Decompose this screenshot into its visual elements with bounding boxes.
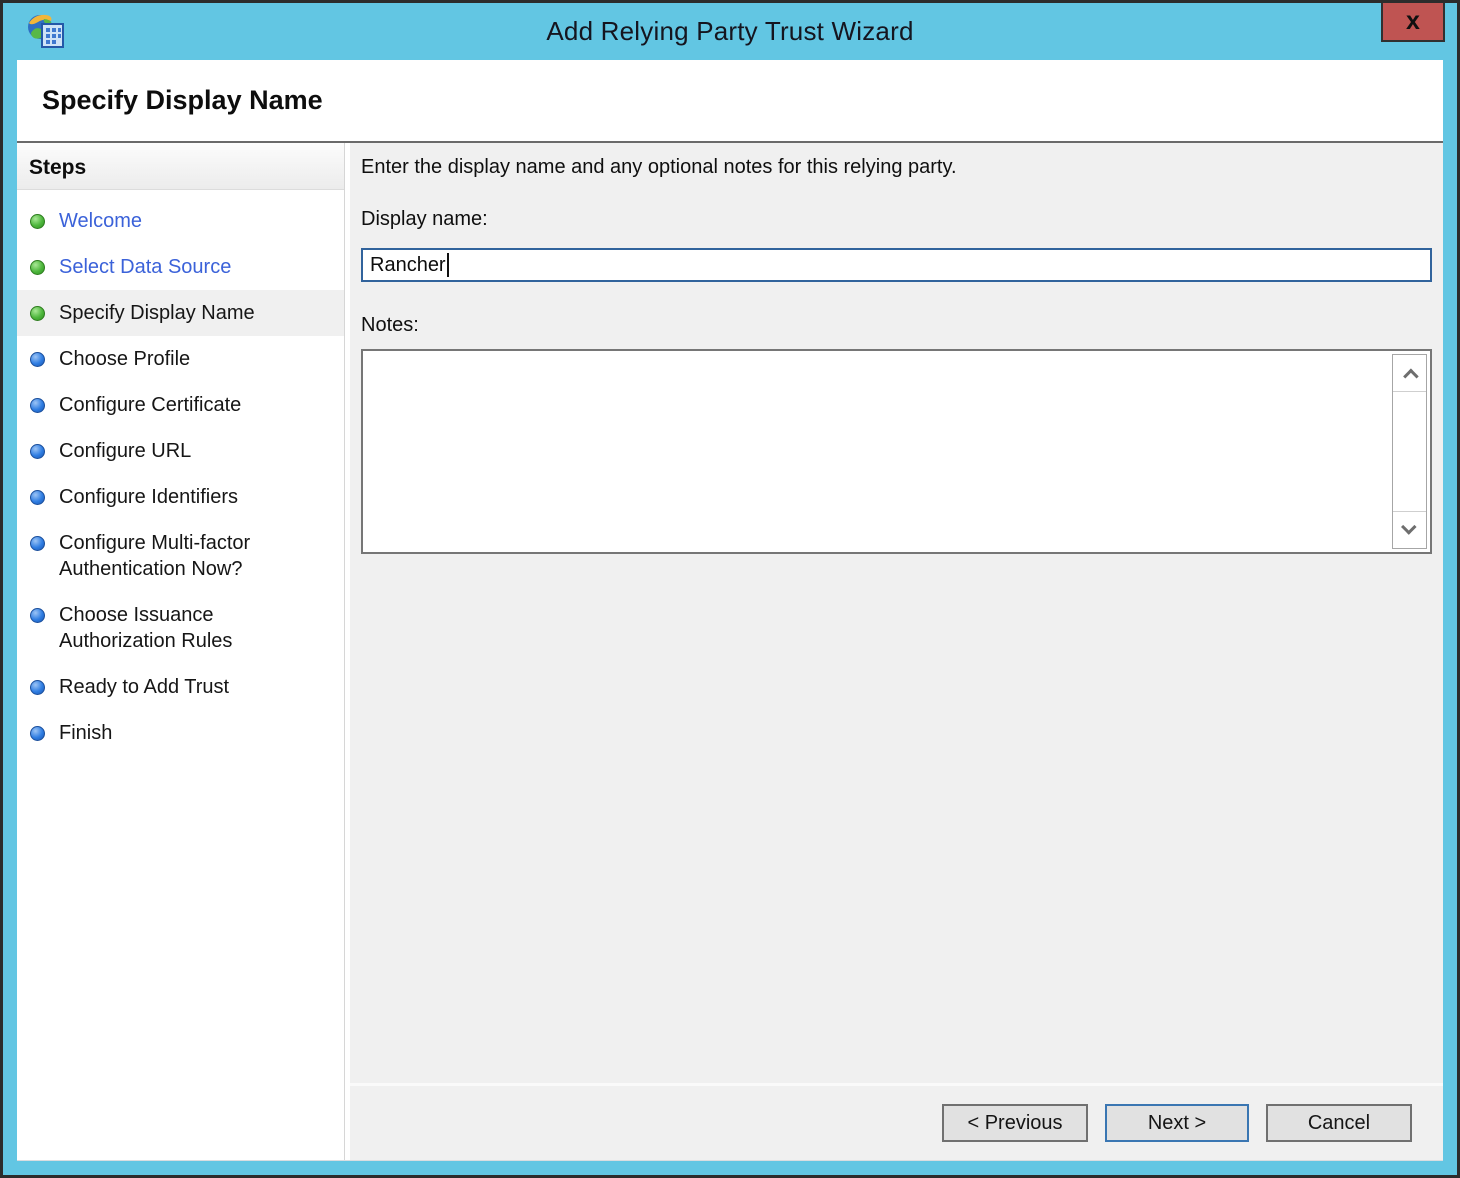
step-item-configure-multi-factor-authentication-now: Configure Multi-factor Authentication No… — [17, 520, 344, 592]
step-done-bullet-icon — [30, 260, 45, 275]
step-label: Configure URL — [59, 438, 191, 464]
scroll-up-button[interactable] — [1393, 355, 1426, 392]
step-item-configure-identifiers: Configure Identifiers — [17, 474, 344, 520]
step-label: Specify Display Name — [59, 300, 255, 326]
notes-scrollbar[interactable] — [1392, 354, 1427, 549]
step-pending-bullet-icon — [30, 608, 45, 623]
step-item-choose-issuance-authorization-rules: Choose Issuance Authorization Rules — [17, 592, 344, 664]
step-pending-bullet-icon — [30, 680, 45, 695]
page-title: Specify Display Name — [42, 85, 323, 116]
step-pending-bullet-icon — [30, 352, 45, 367]
adfs-app-icon — [27, 12, 65, 50]
wizard-window: Add Relying Party Trust Wizard x Specify… — [0, 0, 1460, 1178]
scrollbar-track[interactable] — [1393, 392, 1426, 511]
step-item-specify-display-name: Specify Display Name — [17, 290, 344, 336]
display-name-value: Rancher — [370, 254, 446, 277]
close-icon: x — [1406, 9, 1420, 34]
close-button[interactable]: x — [1381, 3, 1445, 42]
steps-sidebar: Steps Welcome Select Data Source Specify D… — [17, 143, 345, 1160]
steps-list: Welcome Select Data Source Specify Display… — [17, 198, 344, 756]
main-pane: Enter the display name and any optional … — [345, 143, 1443, 1160]
step-item-select-data-source[interactable]: Select Data Source — [17, 244, 344, 290]
step-done-bullet-icon — [30, 306, 45, 321]
step-label: Configure Identifiers — [59, 484, 238, 510]
step-label: Configure Certificate — [59, 392, 241, 418]
step-item-configure-certificate: Configure Certificate — [17, 382, 344, 428]
step-label: Choose Profile — [59, 346, 190, 372]
cancel-button[interactable]: Cancel — [1266, 1104, 1412, 1142]
scroll-down-button[interactable] — [1393, 511, 1426, 548]
instruction-text: Enter the display name and any optional … — [361, 156, 1432, 179]
step-item-welcome[interactable]: Welcome — [17, 198, 344, 244]
notes-label: Notes: — [361, 314, 1432, 337]
pane-content: Enter the display name and any optional … — [350, 143, 1443, 1083]
step-item-choose-profile: Choose Profile — [17, 336, 344, 382]
step-pending-bullet-icon — [30, 726, 45, 741]
step-item-finish: Finish — [17, 710, 344, 756]
step-pending-bullet-icon — [30, 536, 45, 551]
step-label: Welcome — [59, 208, 142, 234]
step-label: Select Data Source — [59, 254, 231, 280]
step-label: Choose Issuance Authorization Rules — [59, 602, 232, 654]
steps-heading: Steps — [17, 143, 344, 190]
step-item-ready-to-add-trust: Ready to Add Trust — [17, 664, 344, 710]
step-label: Configure Multi-factor Authentication No… — [59, 530, 250, 582]
text-caret — [447, 253, 449, 277]
display-name-input[interactable]: Rancher — [361, 248, 1432, 282]
step-label: Ready to Add Trust — [59, 674, 229, 700]
chevron-up-icon — [1403, 368, 1419, 384]
step-pending-bullet-icon — [30, 490, 45, 505]
wizard-content: Specify Display Name Steps Welcome Select… — [17, 60, 1443, 1161]
button-bar: < Previous Next > Cancel — [350, 1086, 1443, 1160]
titlebar[interactable]: Add Relying Party Trust Wizard x — [3, 3, 1457, 60]
notes-textarea[interactable] — [361, 349, 1432, 554]
step-label: Finish — [59, 720, 112, 746]
next-button[interactable]: Next > — [1105, 1104, 1249, 1142]
window-title: Add Relying Party Trust Wizard — [546, 16, 913, 47]
display-name-label: Display name: — [361, 208, 1432, 231]
step-done-bullet-icon — [30, 214, 45, 229]
page-header: Specify Display Name — [17, 60, 1443, 143]
step-pending-bullet-icon — [30, 444, 45, 459]
step-item-configure-url: Configure URL — [17, 428, 344, 474]
previous-button[interactable]: < Previous — [942, 1104, 1088, 1142]
step-pending-bullet-icon — [30, 398, 45, 413]
chevron-down-icon — [1401, 519, 1417, 535]
